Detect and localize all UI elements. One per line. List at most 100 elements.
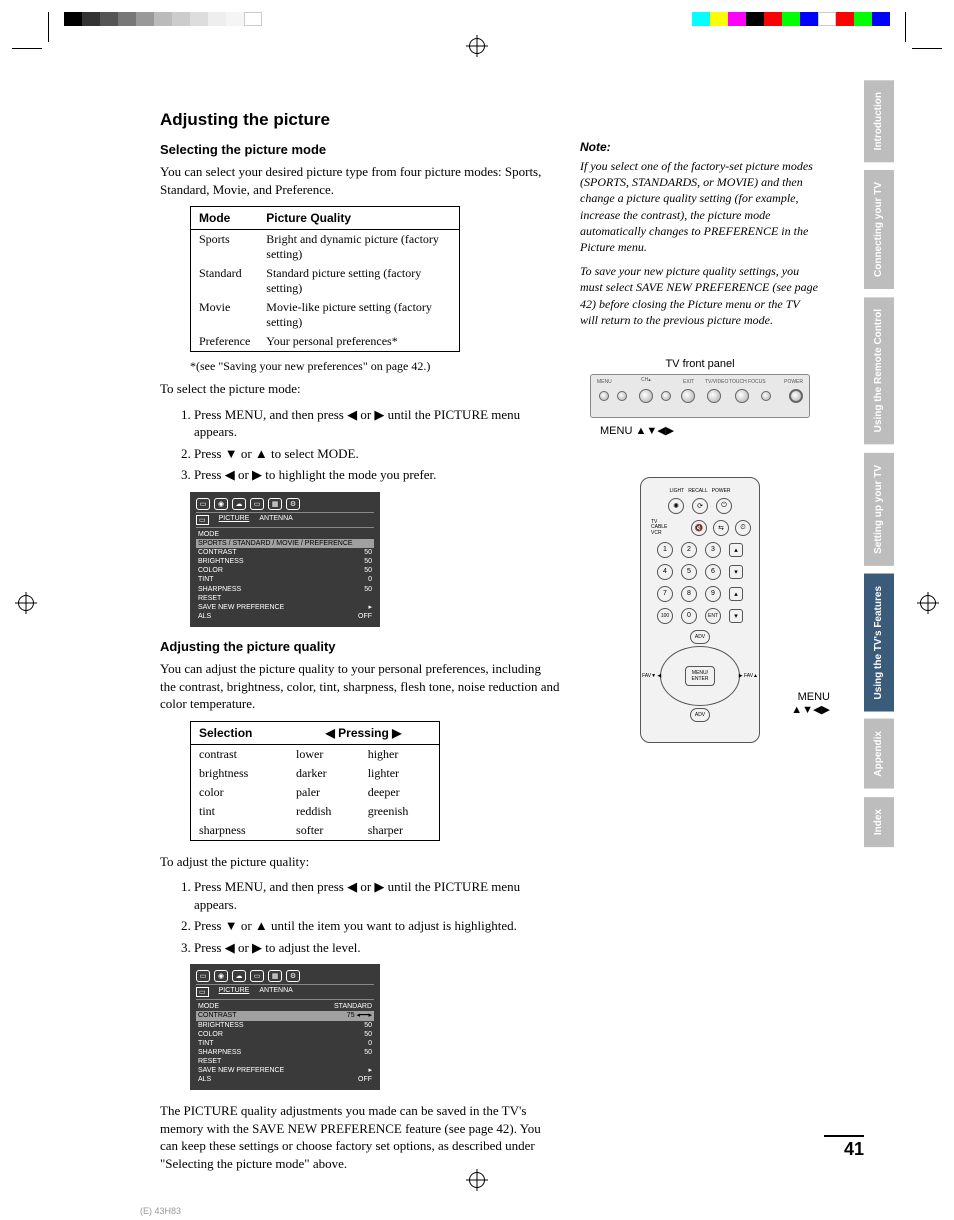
osd-tab: PICTURE bbox=[219, 515, 250, 525]
light-button-icon: ✺ bbox=[668, 498, 684, 514]
body-text: The PICTURE quality adjustments you made… bbox=[160, 1102, 560, 1172]
osd-icon: ▭ bbox=[196, 498, 210, 510]
osd-icon: ▦ bbox=[268, 970, 282, 982]
ch-up-icon: ▴ bbox=[729, 543, 743, 557]
table-header: Selection bbox=[191, 721, 289, 744]
footer-code: (E) 43H83 bbox=[140, 1206, 181, 1216]
mute-button-icon: 🔇 bbox=[691, 520, 707, 536]
osd-icon: ◉ bbox=[214, 498, 228, 510]
osd-tab: PICTURE bbox=[219, 987, 250, 997]
digit-2-icon: 2 bbox=[681, 542, 697, 558]
power-button-icon bbox=[789, 389, 803, 403]
section-heading: Adjusting the picture quality bbox=[160, 639, 560, 654]
side-column: Note: If you select one of the factory-s… bbox=[580, 110, 820, 716]
note-body: To save your new picture quality setting… bbox=[580, 263, 820, 328]
body-text: To adjust the picture quality: bbox=[160, 853, 560, 871]
recall-button-icon: ⟳ bbox=[692, 498, 708, 514]
osd-icon: ◉ bbox=[214, 970, 228, 982]
menu-enter-button-icon: MENU/ENTER bbox=[685, 666, 715, 686]
adv-pipch-button-icon: ADV bbox=[690, 630, 710, 644]
digit-1-icon: 1 bbox=[657, 542, 673, 558]
table-row: MovieMovie-like picture setting (factory… bbox=[191, 298, 460, 332]
tv-front-panel-illustration: MENU CH▴ EXIT TV/VIDEO TOUCH FOCUS POWER bbox=[590, 374, 810, 418]
osd-icon: ▭ bbox=[250, 498, 264, 510]
osd-icon: ☁ bbox=[232, 498, 246, 510]
ent-button-icon: ENT bbox=[705, 608, 721, 624]
tvvideo-button-icon bbox=[707, 389, 721, 403]
list-item: Press ▼ or ▲ to select MODE. bbox=[194, 445, 560, 463]
tab-setting-up[interactable]: Setting up your TV bbox=[864, 453, 894, 566]
vol-down-button-icon bbox=[617, 391, 627, 401]
digit-4-icon: 4 bbox=[657, 564, 673, 580]
osd-menu-illustration: ▭ ◉ ☁ ▭ ▦ ⚙ ▭ PICTURE ANTENNA MODE SPORT… bbox=[190, 492, 380, 627]
figure-caption: MENU ▲▼◀▶ bbox=[600, 424, 820, 437]
table-header: ◀ Pressing ▶ bbox=[288, 721, 439, 744]
main-column: Adjusting the picture Selecting the pict… bbox=[160, 110, 560, 1180]
body-text: To select the picture mode: bbox=[160, 380, 560, 398]
table-row: sharpnesssoftersharper bbox=[191, 821, 440, 841]
tab-introduction[interactable]: Introduction bbox=[864, 80, 894, 162]
page-number: 41 bbox=[824, 1135, 864, 1160]
digit-7-icon: 7 bbox=[657, 586, 673, 602]
osd-icon: ▭ bbox=[196, 515, 209, 525]
digit-100-icon: 100 bbox=[657, 608, 673, 624]
vol-down-icon: ▾ bbox=[729, 609, 743, 623]
figure-callout: MENU bbox=[580, 691, 830, 703]
osd-icon: ▭ bbox=[250, 970, 264, 982]
osd-icon: ▭ bbox=[196, 970, 210, 982]
ch-button-icon bbox=[639, 389, 653, 403]
osd-icon: ⚙ bbox=[286, 498, 300, 510]
table-header: Picture Quality bbox=[258, 207, 459, 230]
remote-illustration: LIGHT RECALL POWER ✺ ⟳ ⏻ TV CABLE VCR 🔇 … bbox=[640, 477, 760, 743]
tab-index[interactable]: Index bbox=[864, 797, 894, 847]
picture-mode-table: Mode Picture Quality SportsBright and dy… bbox=[190, 206, 460, 352]
table-row: contrastlowerhigher bbox=[191, 744, 440, 764]
section-tabs: Introduction Connecting your TV Using th… bbox=[864, 80, 894, 855]
body-text: You can adjust the picture quality to yo… bbox=[160, 660, 560, 713]
note-heading: Note: bbox=[580, 140, 820, 154]
digit-0-icon: 0 bbox=[681, 608, 697, 624]
tab-appendix[interactable]: Appendix bbox=[864, 719, 894, 789]
digit-9-icon: 9 bbox=[705, 586, 721, 602]
table-row: SportsBright and dynamic picture (factor… bbox=[191, 230, 460, 265]
menu-button-icon bbox=[599, 391, 609, 401]
digit-5-icon: 5 bbox=[681, 564, 697, 580]
table-row: PreferenceYour personal preferences* bbox=[191, 332, 460, 352]
table-row: colorpalerdeeper bbox=[191, 783, 440, 802]
osd-tab: ANTENNA bbox=[259, 987, 292, 997]
page-title: Adjusting the picture bbox=[160, 110, 560, 130]
figure-label: TV front panel bbox=[580, 358, 820, 370]
power-button-icon: ⏻ bbox=[716, 498, 732, 514]
table-row: StandardStandard picture setting (factor… bbox=[191, 264, 460, 298]
footnote: *(see "Saving your new preferences" on p… bbox=[190, 358, 560, 374]
vol-up-button-icon bbox=[661, 391, 671, 401]
section-heading: Selecting the picture mode bbox=[160, 142, 560, 157]
exit-button-icon bbox=[681, 389, 695, 403]
osd-icon: ⚙ bbox=[286, 970, 300, 982]
picture-quality-table: Selection ◀ Pressing ▶ contrastlowerhigh… bbox=[190, 721, 440, 841]
table-row: brightnessdarkerlighter bbox=[191, 764, 440, 783]
tab-tv-features[interactable]: Using the TV's Features bbox=[864, 574, 894, 712]
digit-6-icon: 6 bbox=[705, 564, 721, 580]
list-item: Press MENU, and then press ◀ or ▶ until … bbox=[194, 406, 560, 441]
tvvideo-button-icon: ⇆ bbox=[713, 520, 729, 536]
fav-down-label: FAV▼ ◀ bbox=[642, 673, 661, 679]
body-text: You can select your desired picture type… bbox=[160, 163, 560, 198]
tab-connecting[interactable]: Connecting your TV bbox=[864, 170, 894, 289]
adv-pipch-button-icon: ADV bbox=[690, 708, 710, 722]
step-list: Press MENU, and then press ◀ or ▶ until … bbox=[194, 406, 560, 484]
osd-menu-illustration: ▭ ◉ ☁ ▭ ▦ ⚙ ▭ PICTURE ANTENNA MODESTANDA… bbox=[190, 964, 380, 1090]
table-header: Mode bbox=[191, 207, 259, 230]
fav-up-label: ▶ FAV▲ bbox=[739, 673, 758, 679]
ch-down-icon: ▾ bbox=[729, 565, 743, 579]
note-body: If you select one of the factory-set pic… bbox=[580, 158, 820, 255]
vol-up-icon: ▴ bbox=[729, 587, 743, 601]
touchfocus-button-icon bbox=[735, 389, 749, 403]
osd-icon: ☁ bbox=[232, 970, 246, 982]
list-item: Press ◀ or ▶ to adjust the level. bbox=[194, 939, 560, 957]
step-list: Press MENU, and then press ◀ or ▶ until … bbox=[194, 878, 560, 956]
list-item: Press ◀ or ▶ to highlight the mode you p… bbox=[194, 466, 560, 484]
tab-remote-control[interactable]: Using the Remote Control bbox=[864, 297, 894, 444]
led-icon bbox=[761, 391, 771, 401]
list-item: Press MENU, and then press ◀ or ▶ until … bbox=[194, 878, 560, 913]
